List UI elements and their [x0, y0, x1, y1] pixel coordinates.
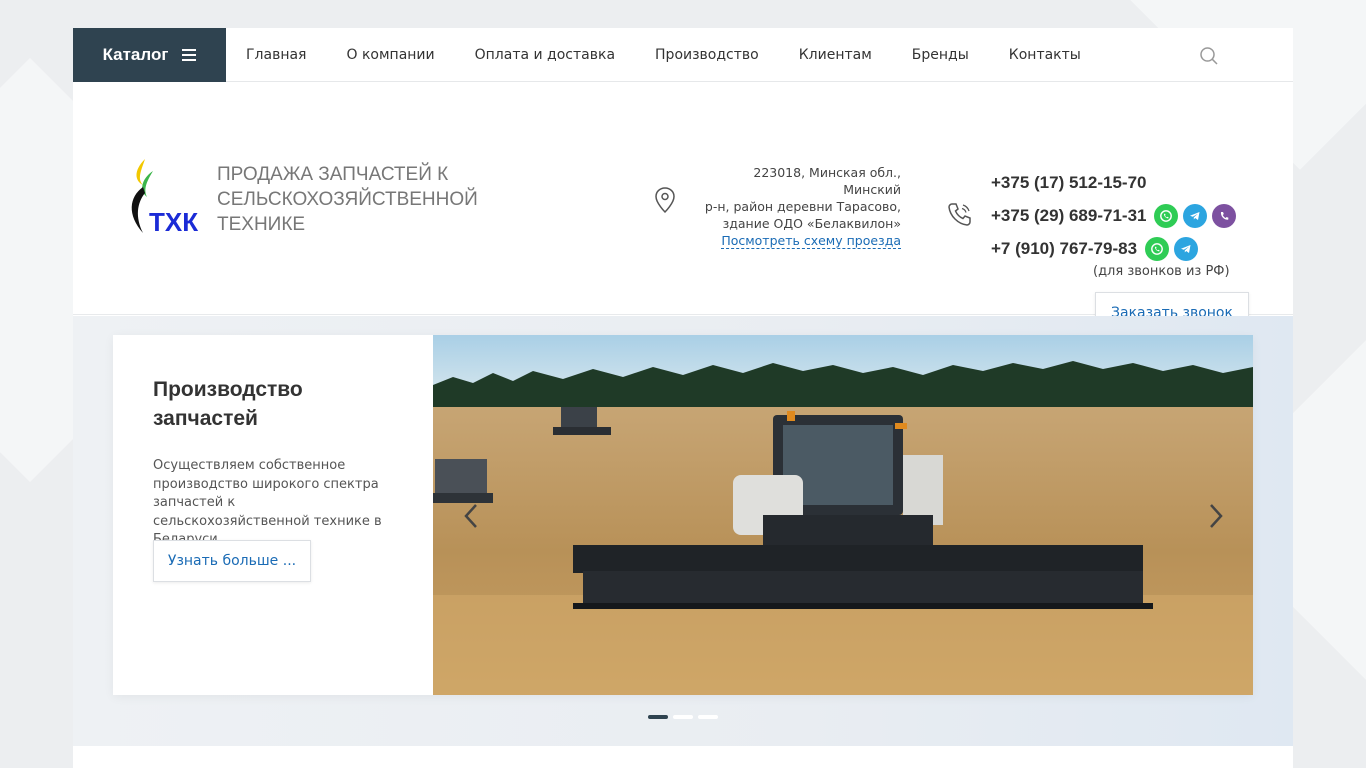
logo-text: ТХК	[149, 207, 199, 237]
catalog-button[interactable]: Каталог	[73, 27, 226, 82]
logo[interactable]: ТХК	[123, 157, 203, 247]
banner-section: Производство запчастей Осуществляем собс…	[73, 316, 1293, 746]
menu-item-home[interactable]: Главная	[246, 47, 306, 63]
slide-title: Производство запчастей	[153, 378, 303, 430]
telegram-icon[interactable]	[1183, 204, 1208, 228]
route-map-link[interactable]: Посмотреть схему проезда	[721, 233, 901, 249]
map-pin-icon	[655, 187, 675, 214]
whatsapp-icon[interactable]	[1145, 237, 1170, 261]
content-start	[73, 746, 1293, 768]
catalog-label: Каталог	[102, 44, 169, 64]
site-tagline: ПРОДАЖА ЗАПЧАСТЕЙ К СЕЛЬСКОХОЗЯЙСТВЕННОЙ…	[217, 164, 478, 235]
phone-number[interactable]: +375 (29) 689-71-31	[991, 206, 1146, 226]
harvester-image	[433, 335, 1253, 695]
address-line: р-н, район деревни Тарасово,	[704, 199, 901, 214]
page-container: Каталог Главная О компании Оплата и дост…	[73, 27, 1293, 768]
menu-item-clients[interactable]: Клиентам	[799, 47, 872, 63]
menu-icon	[182, 48, 197, 61]
viber-icon[interactable]	[1212, 204, 1237, 228]
menu-item-about[interactable]: О компании	[346, 47, 434, 63]
phone-row: +375 (29) 689-71-31	[991, 201, 1241, 231]
phone-row: +375 (17) 512-15-70	[991, 168, 1241, 198]
phone-list: +375 (17) 512-15-70 +375 (29) 689-71-31 …	[991, 168, 1241, 267]
whatsapp-icon[interactable]	[1154, 204, 1179, 228]
phone-icon	[948, 203, 971, 226]
combine-harvester-photo	[433, 335, 1253, 695]
telegram-icon[interactable]	[1174, 237, 1199, 261]
learn-more-button[interactable]: Узнать больше ...	[153, 540, 311, 582]
menu-item-production[interactable]: Производство	[655, 47, 759, 63]
slider-dot[interactable]	[673, 715, 693, 719]
menu-item-brands[interactable]: Бренды	[912, 47, 969, 63]
phone-row: +7 (910) 767-79-83	[991, 234, 1241, 264]
top-navigation: Каталог Главная О компании Оплата и дост…	[73, 27, 1293, 82]
address-line: здание ОДО «Белаквилон»	[722, 216, 901, 231]
slider-dot[interactable]	[698, 715, 718, 719]
phone-number[interactable]: +375 (17) 512-15-70	[991, 173, 1146, 193]
slide-text: Осуществляем собственное производство ши…	[153, 458, 382, 547]
site-header: ТХК ПРОДАЖА ЗАПЧАСТЕЙ К СЕЛЬСКОХОЗЯЙСТВЕ…	[73, 82, 1293, 334]
address-line: 223018, Минская обл., Минский	[753, 165, 901, 197]
company-address: 223018, Минская обл., Минский р-н, район…	[693, 164, 901, 249]
search-icon[interactable]	[1199, 46, 1219, 66]
main-menu: Главная О компании Оплата и доставка Про…	[246, 47, 1121, 63]
menu-item-contacts[interactable]: Контакты	[1009, 47, 1081, 63]
prev-slide-arrow-icon[interactable]	[463, 503, 479, 529]
next-slide-arrow-icon[interactable]	[1208, 503, 1224, 529]
slider-dot[interactable]	[648, 715, 668, 719]
slider-pagination	[648, 715, 718, 719]
menu-item-payment-delivery[interactable]: Оплата и доставка	[475, 47, 615, 63]
phone-number[interactable]: +7 (910) 767-79-83	[991, 239, 1137, 259]
slide: Производство запчастей Осуществляем собс…	[113, 335, 1253, 695]
call-note: (для звонков из РФ)	[1093, 264, 1230, 279]
